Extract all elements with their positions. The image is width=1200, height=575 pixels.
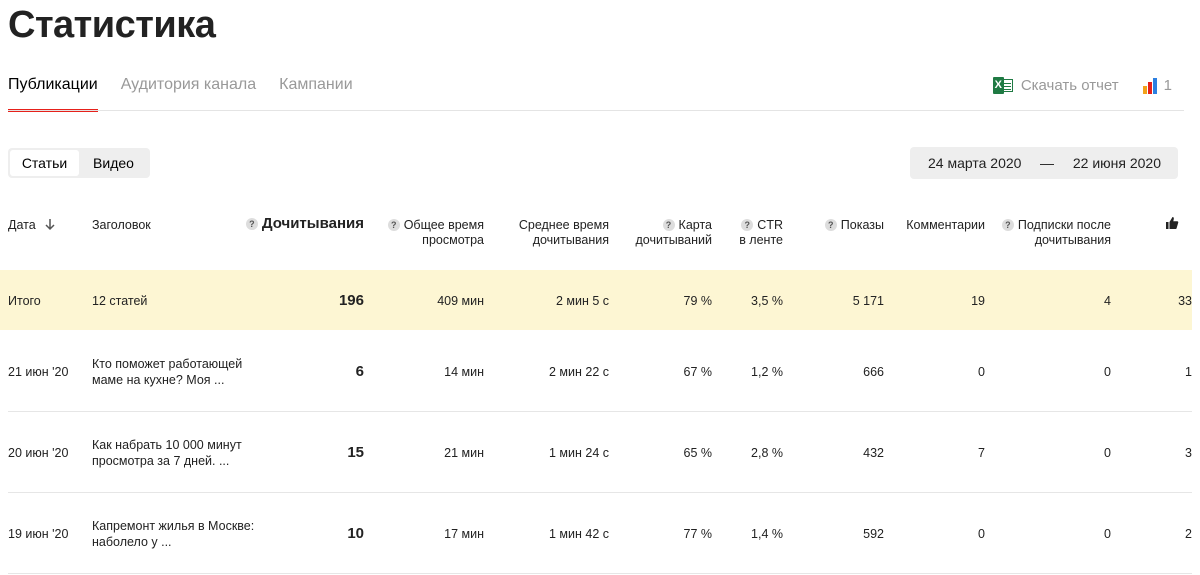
row-views: 432 [863, 446, 884, 460]
download-report-label: Скачать отчет [1020, 77, 1119, 94]
row-card: 77 % [683, 527, 713, 541]
col-ctr[interactable]: ? CTR в ленте [739, 218, 783, 248]
row-title-link[interactable]: Капремонт жилья в Москве: наболело у ... [92, 518, 262, 550]
row-reads: 15 [347, 444, 364, 461]
total-row: Итого 12 статей 196 409 мин 2 мин 5 с 79… [0, 270, 1192, 330]
bar-red [1147, 81, 1152, 94]
row-views: 592 [863, 527, 884, 541]
stats-bars-icon[interactable] [1142, 77, 1158, 94]
bar-orange [1142, 85, 1147, 94]
row-title-link[interactable]: Кто поможет работающей маме на кухне? Моя… [92, 356, 262, 388]
date-to[interactable]: 22 июня 2020 [1073, 155, 1161, 171]
row-likes: 2 [1185, 527, 1192, 541]
row-total-time: 17 мин [444, 527, 484, 541]
tabs-divider [8, 110, 1184, 111]
table-row[interactable]: 19 июн '20 Капремонт жилья в Москве: набо… [0, 493, 1192, 573]
row-card: 67 % [683, 365, 713, 379]
col-avg-time[interactable]: Среднее время дочитывания [519, 218, 609, 248]
help-icon[interactable]: ? [245, 218, 258, 230]
total-total-time: 409 мин [437, 294, 484, 308]
row-subs: 0 [1104, 527, 1111, 541]
segment-articles[interactable]: Статьи [10, 150, 79, 176]
help-icon[interactable]: ? [824, 219, 837, 231]
tab-bar: Публикации Аудитория канала Кампании [8, 76, 376, 112]
total-card: 79 % [683, 294, 713, 308]
row-date: 19 июн '20 [8, 527, 69, 541]
row-date: 20 июн '20 [8, 446, 69, 460]
row-card: 65 % [683, 446, 713, 460]
col-comments[interactable]: Комментарии [906, 218, 985, 233]
segment-video[interactable]: Видео [79, 150, 148, 176]
row-divider [8, 573, 1192, 574]
thumbs-up-icon[interactable] [1165, 216, 1179, 230]
col-title: Заголовок [92, 218, 151, 232]
row-avg-time: 2 мин 22 с [548, 365, 609, 379]
help-icon[interactable]: ? [1001, 219, 1014, 231]
row-ctr: 1,4 % [751, 527, 783, 541]
help-icon[interactable]: ? [387, 219, 400, 231]
row-reads: 6 [355, 363, 364, 380]
help-icon[interactable]: ? [662, 219, 675, 231]
bar-blue [1152, 77, 1157, 94]
col-card[interactable]: ? Карта дочитываний [636, 218, 713, 248]
sort-arrow-down-icon [45, 219, 55, 231]
row-reads: 10 [347, 525, 364, 542]
help-icon[interactable]: ? [741, 219, 754, 231]
row-total-time: 21 мин [444, 446, 484, 460]
table-row[interactable]: 21 июн '20 Кто поможет работающей маме на… [0, 331, 1192, 411]
row-title-link[interactable]: Как набрать 10 000 минут просмотра за 7 д… [92, 437, 262, 469]
tab-publications[interactable]: Публикации [8, 76, 98, 112]
total-avg-time: 2 мин 5 с [555, 294, 609, 308]
download-report-button[interactable]: X Скачать отчет [992, 77, 1119, 94]
row-subs: 0 [1104, 365, 1111, 379]
total-ctr: 3,5 % [751, 294, 783, 308]
row-comments: 0 [978, 365, 985, 379]
row-date: 21 июн '20 [8, 365, 69, 379]
total-reads: 196 [338, 292, 364, 309]
header-actions: X Скачать отчет 1 [992, 77, 1172, 94]
row-comments: 0 [978, 527, 985, 541]
content-type-switch: Статьи Видео [8, 148, 150, 178]
total-comments: 19 [971, 294, 985, 308]
date-dash: — [1040, 155, 1054, 171]
row-ctr: 1,2 % [751, 365, 783, 379]
row-avg-time: 1 мин 24 с [548, 446, 609, 460]
col-total-time[interactable]: ? Общее время просмотра [387, 218, 484, 248]
total-title: 12 статей [92, 294, 148, 308]
total-views: 5 171 [852, 294, 884, 308]
total-subs: 4 [1104, 294, 1111, 308]
tab-audience[interactable]: Аудитория канала [121, 76, 256, 112]
row-views: 666 [863, 365, 884, 379]
total-date: Итого [8, 294, 41, 308]
row-likes: 3 [1185, 446, 1192, 460]
tab-campaigns[interactable]: Кампании [279, 76, 353, 112]
page-title: Статистика [8, 4, 216, 46]
row-avg-time: 1 мин 42 с [548, 527, 609, 541]
row-likes: 1 [1185, 365, 1192, 379]
row-comments: 7 [978, 446, 985, 460]
total-likes: 33 [1178, 294, 1192, 308]
stats-count: 1 [1163, 77, 1172, 94]
row-ctr: 2,8 % [751, 446, 783, 460]
row-total-time: 14 мин [444, 365, 484, 379]
row-subs: 0 [1104, 446, 1111, 460]
table-row[interactable]: 20 июн '20 Как набрать 10 000 минут просм… [0, 412, 1192, 492]
col-views[interactable]: ? Показы [824, 218, 884, 233]
excel-icon: X [992, 77, 1013, 94]
col-subscriptions[interactable]: ? Подписки после дочитывания [1001, 218, 1111, 248]
date-from[interactable]: 24 марта 2020 [928, 155, 1021, 171]
col-reads[interactable]: ? Дочитывания [245, 216, 364, 231]
date-range-picker[interactable]: 24 марта 2020 — 22 июня 2020 [910, 147, 1178, 179]
col-date[interactable]: Дата [8, 218, 55, 233]
